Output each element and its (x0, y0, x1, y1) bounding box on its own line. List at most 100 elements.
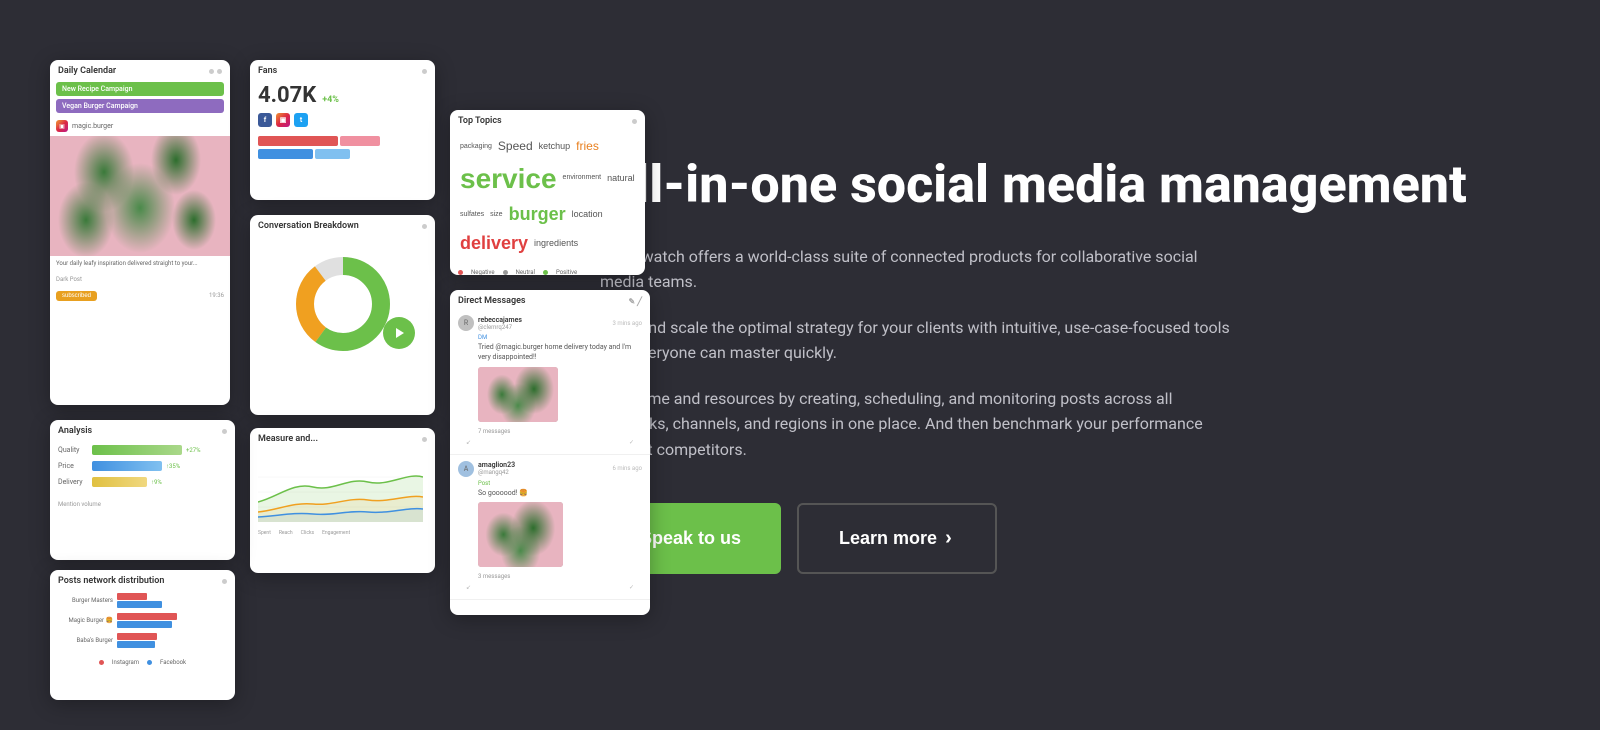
posts-bars-2 (117, 613, 177, 628)
word-burger: burger (507, 201, 568, 228)
dm-image-2 (478, 502, 563, 567)
window-dot (422, 437, 427, 442)
learn-more-button[interactable]: Learn more › (797, 503, 997, 574)
word-service: service (458, 158, 559, 199)
legend-facebook: Facebook (160, 659, 186, 666)
widget-daily-calendar-title: Daily Calendar (58, 66, 116, 76)
widget-measure-title: Measure and... (258, 434, 318, 444)
fans-bar-chart (250, 130, 435, 165)
word-size: size (488, 209, 504, 221)
dm-message-1: R rebeccajames @clemrq247 3 mins ago DM … (450, 309, 650, 455)
word-natural: natural (605, 171, 637, 186)
fans-bar-pink (340, 136, 380, 146)
widget-conversation-breakdown: Conversation Breakdown (250, 215, 435, 415)
dm-image-content (478, 367, 558, 422)
fans-bar-lightblue (315, 149, 350, 159)
chart-legend: SpentReachClicksEngagement (258, 526, 427, 536)
dm-username-2: amaglion23 (478, 461, 515, 469)
dm-username-1: rebeccajames (478, 316, 522, 324)
legend-negative: Negative (471, 269, 495, 275)
twitter-icon: t (294, 113, 308, 127)
facebook-icon: f (258, 113, 272, 127)
word-delivery: delivery (458, 230, 530, 257)
fans-change: +4% (322, 95, 339, 105)
dm-time-2: 6 mins ago (612, 465, 642, 472)
fans-bar-red (258, 136, 338, 146)
window-dot (222, 579, 227, 584)
play-button[interactable] (383, 317, 415, 349)
hero-section: All-in-one social media management Brand… (520, 96, 1600, 633)
posts-label-3: Baba's Burger (58, 637, 113, 644)
posts-legend: Instagram Facebook (50, 657, 235, 668)
widget-direct-messages: Direct Messages ✎ ╱ R rebeccajames @clem… (450, 290, 650, 615)
fans-count: 4.07K +4% (250, 79, 435, 110)
dm-user-row-2: A amaglion23 @mangq42 6 mins ago (458, 461, 642, 477)
analysis-bar-chart: Quality +27% Price ↑35% Delivery ↑9% (50, 439, 235, 499)
widget-analysis: Analysis Quality +27% Price ↑35% Deliver… (50, 420, 235, 560)
analysis-change-price: ↑35% (166, 463, 180, 470)
window-dot (422, 224, 427, 229)
word-cloud: packaging Speed ketchup fries service en… (450, 129, 645, 265)
word-environment: environment (561, 172, 604, 184)
analysis-bar-price (92, 461, 162, 471)
chevron-right-icon: › (945, 527, 952, 550)
posts-row-3: Baba's Burger (58, 633, 227, 648)
dm-header: Direct Messages ✎ ╱ (450, 290, 650, 309)
calendar-image (50, 136, 230, 256)
calendar-item-1: New Recipe Campaign (56, 82, 224, 96)
window-dot (632, 119, 637, 124)
social-icons: f ▣ t (250, 110, 435, 130)
posts-bars-1 (117, 593, 162, 608)
posts-bars-3 (117, 633, 157, 648)
hero-title: All-in-one social media management (600, 156, 1520, 213)
posts-row-2: Magic Burger 🍔 (58, 613, 227, 628)
widget-measure: Measure and... (250, 428, 435, 573)
word-fries: fries (574, 137, 601, 156)
analysis-row-quality: Quality +27% (58, 445, 227, 455)
dm-message-2: A amaglion23 @mangq42 6 mins ago Post So… (450, 455, 650, 601)
dm-count-1: 7 messages (458, 426, 642, 437)
dm-platform-2: Post (458, 480, 642, 487)
word-speed: Speed (496, 137, 535, 156)
hero-desc-3: Save time and resources by creating, sch… (600, 386, 1240, 463)
fans-bar-blue (258, 149, 313, 159)
analysis-row-delivery: Delivery ↑9% (58, 477, 227, 487)
dm-image-content-2 (478, 502, 563, 567)
dm-text-2: So goooood! 🍔 (458, 489, 642, 499)
analysis-label-quality: Quality (58, 446, 88, 454)
legend-neutral: Neutral (516, 269, 535, 275)
dashboard-preview: Daily Calendar New Recipe Campaign Vegan… (0, 0, 520, 730)
window-dot (222, 429, 227, 434)
line-chart (258, 452, 423, 522)
posts-fb-bar-3 (117, 641, 155, 648)
legend-instagram: Instagram (112, 659, 139, 666)
analysis-label-price: Price (58, 462, 88, 470)
analysis-label-delivery: Delivery (58, 478, 88, 486)
dm-footer-1: ↙ ✓ (458, 437, 642, 448)
dm-avatar-2: A (458, 461, 474, 477)
calendar-footer: subscribed 19:36 (50, 288, 230, 304)
learn-more-label: Learn more (839, 528, 937, 549)
dm-image-1 (478, 367, 558, 422)
widget-posts-network: Posts network distribution Burger Master… (50, 570, 235, 700)
word-ketchup: ketchup (537, 139, 573, 154)
line-chart-area: SpentReachClicksEngagement (250, 447, 435, 537)
posts-ig-bar-3 (117, 633, 157, 640)
analysis-change-delivery: ↑9% (151, 479, 162, 486)
posts-fb-bar-2 (117, 621, 172, 628)
analysis-bar-quality (92, 445, 182, 455)
posts-label-1: Burger Masters (58, 597, 113, 604)
calendar-time: 19:36 (209, 292, 224, 299)
subscribe-button[interactable]: subscribed (56, 291, 97, 301)
instagram-icon: ▣ (276, 113, 290, 127)
dm-platform-1: DM (458, 334, 642, 341)
dm-time-1: 3 mins ago (612, 320, 642, 327)
donut-chart (293, 254, 393, 354)
posts-bar-chart: Burger Masters Magic Burger 🍔 Baba's Bur… (50, 589, 235, 657)
dm-text-1: Tried @magic.burger home delivery today … (458, 343, 642, 363)
calendar-leaves-bg (50, 136, 230, 256)
widget-fans-title: Fans (258, 66, 277, 76)
cta-buttons: Speak to us Learn more › (600, 503, 1520, 574)
word-ingredients: ingredients (532, 236, 580, 251)
dm-title: Direct Messages (458, 296, 526, 306)
